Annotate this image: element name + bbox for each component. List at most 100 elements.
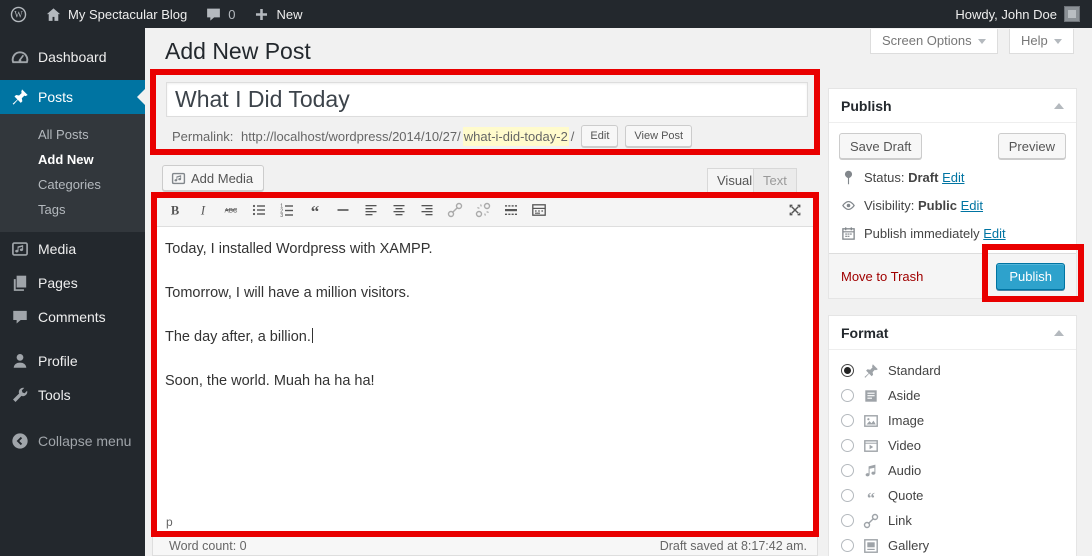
more-tag-button[interactable] — [500, 200, 522, 220]
sidebar-item-pages[interactable]: Pages — [0, 266, 145, 300]
wordpress-menu[interactable]: W — [0, 0, 36, 28]
publish-button[interactable]: Publish — [996, 263, 1065, 290]
permalink-trailing-slash: / — [571, 129, 575, 144]
fullscreen-button[interactable] — [784, 200, 806, 220]
comment-bubble-icon — [205, 6, 222, 23]
sidebar-item-comments[interactable]: Comments — [0, 300, 145, 334]
eye-icon — [841, 198, 856, 213]
editor-element-path: p — [166, 515, 173, 529]
help-label: Help — [1021, 29, 1048, 53]
sidebar-subitem-add-new[interactable]: Add New — [0, 147, 145, 172]
tab-text[interactable]: Text — [753, 168, 797, 193]
word-count-value: 0 — [240, 539, 247, 553]
collapse-panel-icon[interactable] — [1054, 330, 1064, 336]
align-center-button[interactable] — [388, 200, 410, 220]
edit-schedule-link[interactable]: Edit — [983, 226, 1005, 241]
sidebar-subitem-categories[interactable]: Categories — [0, 172, 145, 197]
status-row: Status: Draft Edit — [829, 163, 1076, 191]
dashboard-icon — [11, 48, 29, 66]
horizontal-rule-button[interactable] — [332, 200, 354, 220]
unlink-button[interactable] — [472, 200, 494, 220]
aside-icon — [863, 388, 879, 404]
howdy-text: Howdy, John Doe — [955, 7, 1057, 22]
svg-text:“: “ — [311, 202, 320, 218]
format-option-gallery[interactable]: Gallery — [829, 533, 1076, 556]
format-option-label: Quote — [888, 488, 923, 503]
sidebar-subitem-all-posts[interactable]: All Posts — [0, 122, 145, 147]
format-option-label: Standard — [888, 363, 941, 378]
strikethrough-button[interactable]: ABC — [220, 200, 242, 220]
collapse-panel-icon[interactable] — [1054, 103, 1064, 109]
svg-text:3: 3 — [280, 213, 283, 218]
visibility-label: Visibility: — [864, 198, 914, 213]
site-name-link[interactable]: My Spectacular Blog — [36, 0, 196, 28]
sidebar-item-label: Media — [38, 241, 76, 257]
post-title-input[interactable] — [166, 82, 808, 117]
wordpress-logo-icon: W — [10, 6, 27, 23]
comment-count: 0 — [228, 7, 235, 22]
edit-permalink-button[interactable]: Edit — [581, 125, 618, 147]
sidebar-item-label: Pages — [38, 275, 78, 291]
format-option-aside[interactable]: Aside — [829, 383, 1076, 408]
admin-bar-account[interactable]: Howdy, John Doe — [955, 6, 1092, 22]
edit-visibility-link[interactable]: Edit — [961, 198, 983, 213]
format-radio-standard[interactable] — [841, 364, 854, 377]
post-editor: BI ABC 123 “ Today, I installed Wordpress w… — [152, 193, 818, 556]
blockquote-button[interactable]: “ — [304, 200, 326, 220]
editor-paragraph: The day after, a billion. — [165, 327, 805, 347]
sidebar-item-profile[interactable]: Profile — [0, 344, 145, 378]
move-to-trash-link[interactable]: Move to Trash — [841, 269, 923, 284]
format-radio-quote[interactable] — [841, 489, 854, 502]
format-radio-link[interactable] — [841, 514, 854, 527]
format-radio-video[interactable] — [841, 439, 854, 452]
align-left-button[interactable] — [360, 200, 382, 220]
editor-content[interactable]: Today, I installed Wordpress with XAMPP.… — [153, 227, 817, 391]
more-tag-icon — [503, 202, 519, 218]
format-option-image[interactable]: Image — [829, 408, 1076, 433]
profile-icon — [11, 352, 29, 370]
align-right-button[interactable] — [416, 200, 438, 220]
format-option-quote[interactable]: “Quote — [829, 483, 1076, 508]
format-radio-gallery[interactable] — [841, 539, 854, 552]
sidebar-item-dashboard[interactable]: Dashboard — [0, 40, 145, 74]
add-media-button[interactable]: Add Media — [162, 165, 264, 191]
toolbar-toggle-button[interactable] — [528, 200, 550, 220]
publish-actions: Save Draft Preview — [829, 123, 1076, 163]
bold-button[interactable]: B — [164, 200, 186, 220]
format-option-standard[interactable]: Standard — [829, 358, 1076, 383]
sidebar-item-posts[interactable]: Posts — [0, 80, 145, 114]
numbered-list-button[interactable]: 123 — [276, 200, 298, 220]
format-panel-header[interactable]: Format — [829, 316, 1076, 350]
link-icon — [447, 202, 463, 218]
screen-options-tab[interactable]: Screen Options — [870, 29, 998, 54]
sidebar-item-collapse-menu[interactable]: Collapse menu — [0, 424, 145, 458]
strikethrough-icon: ABC — [223, 202, 239, 218]
view-post-button[interactable]: View Post — [625, 125, 692, 147]
sidebar-item-media[interactable]: Media — [0, 232, 145, 266]
publish-panel-header[interactable]: Publish — [829, 89, 1076, 123]
tools-icon — [11, 386, 29, 404]
bullet-list-button[interactable] — [248, 200, 270, 220]
format-option-label: Image — [888, 413, 924, 428]
link-button[interactable] — [444, 200, 466, 220]
format-option-link[interactable]: Link — [829, 508, 1076, 533]
sidebar-subitem-tags[interactable]: Tags — [0, 197, 145, 222]
new-content-menu[interactable]: New — [244, 0, 311, 28]
help-tab[interactable]: Help — [1009, 29, 1074, 54]
comments-shortcut[interactable]: 0 — [196, 0, 244, 28]
format-option-audio[interactable]: Audio — [829, 458, 1076, 483]
pushpin-icon — [11, 88, 29, 106]
edit-status-link[interactable]: Edit — [942, 170, 964, 185]
preview-button[interactable]: Preview — [998, 133, 1066, 159]
permalink-slug[interactable]: what-i-did-today-2 — [463, 127, 569, 146]
format-radio-image[interactable] — [841, 414, 854, 427]
format-option-video[interactable]: Video — [829, 433, 1076, 458]
admin-bar-left: W My Spectacular Blog 0 New — [0, 0, 311, 28]
publish-panel-footer: Move to Trash Publish — [829, 253, 1076, 298]
format-radio-aside[interactable] — [841, 389, 854, 402]
sidebar-item-label: Posts — [38, 89, 73, 105]
format-radio-audio[interactable] — [841, 464, 854, 477]
save-draft-button[interactable]: Save Draft — [839, 133, 922, 159]
italic-button[interactable]: I — [192, 200, 214, 220]
sidebar-item-tools[interactable]: Tools — [0, 378, 145, 412]
